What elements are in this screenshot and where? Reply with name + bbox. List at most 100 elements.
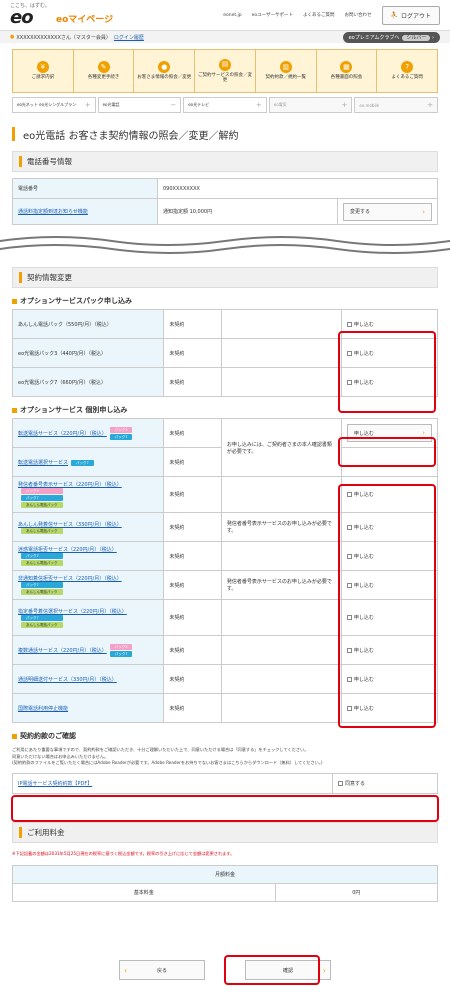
link-eonet[interactable]: eonet.jp [223, 13, 241, 18]
service-name-cell: 指定番号着信選択サービス（220円/月）（税込） パック7 あんしん電話パック [11, 599, 165, 636]
user-bar: ● XXXXXXXXXXXXXさん（マスター会員） ログイン履歴 eoプレミアム… [0, 30, 450, 43]
terms-heading: 契約約款のご確認 [12, 731, 438, 741]
question-icon: ? [401, 61, 414, 74]
highlight-terms-row [11, 795, 439, 822]
nav-terms[interactable]: ▥ 契約約款／規約一覧 [256, 50, 317, 92]
document-icon: ▤ [219, 58, 232, 71]
terms-note: ご利用にあたり重要な事項ですので、契約約款をご確認いただき、十分ご理解いただいた… [12, 747, 438, 767]
service-link[interactable]: 通話明細送付サービス（330円/月）（税込） [18, 677, 117, 683]
pack7-tag: パック7 [109, 433, 133, 440]
logo-text: eo [10, 6, 34, 28]
service-tab-tv[interactable]: eo光テレビ + [183, 97, 267, 113]
fee-row-value: 0円 [274, 883, 439, 903]
torn-divider [0, 236, 450, 254]
service-label: eo mobile [359, 102, 380, 108]
service-name-cell: 迷惑電話拒否サービス（220円/月）（税込） パック7 あんしん電話パック [11, 541, 165, 571]
pack-name: あんしん電話パック（550円/月）（税込） [11, 309, 165, 339]
service-link[interactable]: あんしん発着信サービス（330円/月）（税込） [18, 522, 122, 528]
mypage-title[interactable]: eoマイページ [56, 12, 113, 25]
link-support[interactable]: eoユーザーサポート [252, 12, 293, 18]
agree-checkbox[interactable]: 同意する [332, 773, 438, 795]
note-cell [220, 367, 342, 397]
service-link[interactable]: 国際電話利用停止機能 [18, 706, 68, 712]
service-tab-net[interactable]: eo光ネット eo光シングルプラン + [12, 97, 96, 113]
highlight-individual-checkboxes [338, 484, 436, 728]
service-tab-mobile[interactable]: eo mobile + [354, 97, 438, 113]
service-status: 未契約 [163, 447, 222, 477]
nav-services[interactable]: ▤ ご契約サービスの照会／変更 [195, 50, 256, 92]
fee-note: ※下記記載の金額は2031年5月25日現在の税率に基づく税込金額です。税率の引き… [12, 851, 235, 857]
pack7-tag: パック7 [21, 553, 63, 559]
yen-icon: ¥ [36, 61, 49, 74]
premium-club-button[interactable]: eoプレミアムクラブへ シルバー › [342, 31, 440, 43]
chevron-right-icon: › [422, 207, 425, 216]
service-link[interactable]: 転送電話選択サービス [18, 460, 68, 466]
alert-function-link[interactable]: 通話料指定額到達お知らせ機能 [18, 209, 88, 215]
chevron-left-icon: ‹ [124, 965, 128, 975]
anshin-tag: あんしん電話パック [21, 502, 63, 508]
pencil-icon: ✎ [97, 61, 110, 74]
main-nav: ¥ ご請求内訳 ✎ 各種変更手続き ● お客さま情報の照会／変更 ▤ ご契約サービスの照… [12, 49, 438, 93]
login-history-link[interactable]: ログイン履歴 [114, 34, 144, 41]
service-note: お申し込みには、ご契約者さまの本人確認書類が必要です。 [220, 418, 342, 477]
back-button[interactable]: ‹ 戻る [119, 960, 205, 980]
nav-documents[interactable]: ▦ 各種書面の照会 [317, 50, 378, 92]
service-status: 未契約 [163, 599, 222, 636]
terms-note-1: ご利用にあたり重要な事項ですので、契約約款をご確認いただき、十分ご理解いただいた… [12, 747, 309, 752]
header: ここち、はずむ。 eo eoマイページ eonet.jp eoユーザーサポート … [0, 0, 450, 30]
anshin-tag: あんしん電話パック [21, 560, 63, 566]
anshin-tag: あんしん電話パック [21, 621, 63, 628]
nav-billing[interactable]: ¥ ご請求内訳 [13, 50, 74, 92]
logout-label: ログアウト [400, 12, 431, 20]
logout-button[interactable]: ⛹ ログアウト [381, 5, 440, 25]
pack-name: eo光電話パック7（660円/月）（税込） [11, 367, 165, 397]
fee-section-header: ご利用料金 [12, 822, 438, 844]
pack7-tag: パック7 [109, 650, 133, 657]
link-contact[interactable]: お問い合わせ [345, 12, 372, 18]
pack3-tag: パック3 [109, 643, 133, 650]
change-button[interactable]: 変更する › [343, 202, 432, 221]
service-link[interactable]: 転送電話サービス（220円/月）（税込） [18, 431, 107, 437]
service-tab-electric[interactable]: eo電気 + [268, 97, 353, 113]
page-title: eo光電話 お客さま契約情報の照会／変更／解約 [12, 127, 438, 142]
nav-label: ご請求内訳 [31, 75, 55, 81]
button-label: 申し込む [353, 430, 374, 437]
phone-number-value: 090XXXXXXXX [157, 178, 438, 199]
pack7-tag: パック7 [21, 614, 63, 621]
chevron-right-icon: › [422, 429, 425, 437]
terms-pdf-link[interactable]: IP電話サービス契約約款【PDF】 [18, 781, 92, 787]
nav-procedures[interactable]: ✎ 各種変更手続き [74, 50, 135, 92]
person-icon: ● [158, 61, 171, 74]
service-status: 未契約 [163, 664, 222, 694]
premium-label: eoプレミアムクラブへ [348, 34, 400, 41]
eo-logo[interactable]: ここち、はずむ。 eo [10, 3, 50, 28]
plus-icon: + [84, 101, 91, 109]
pack3-tag: パック3 [21, 488, 63, 494]
nav-label: お客さま情報の照会／変更 [137, 75, 192, 81]
service-status: 未契約 [163, 693, 222, 723]
service-tabs: eo光ネット eo光シングルプラン + eo光電話 − eo光テレビ + eo電気 + … [12, 97, 438, 113]
pack-status: 未契約 [163, 367, 222, 397]
plus-icon: + [341, 101, 348, 109]
service-name-cell: 国際電話利用停止機能 [11, 693, 165, 723]
service-tab-phone[interactable]: eo光電話 − [97, 97, 182, 113]
plus-icon: + [255, 101, 262, 109]
service-status: 未契約 [163, 541, 222, 571]
nav-customer-info[interactable]: ● お客さま情報の照会／変更 [134, 50, 196, 92]
link-faq[interactable]: よくあるご質問 [303, 12, 335, 18]
service-status: 未契約 [163, 418, 222, 448]
service-name-cell: 発信者番号表示サービス（220円/月）（税込） パック3 パック7 あんしん電話パック [11, 476, 165, 513]
fee-row-label: 基本料金 [12, 883, 276, 903]
service-link[interactable]: 複数通話サービス（220円/月）（税込） [18, 648, 107, 654]
highlight-confirm-button [224, 955, 320, 985]
phone-section-header: 電話番号情報 [12, 151, 438, 172]
pack7-tag: パック7 [71, 459, 94, 466]
pack-status: 未契約 [163, 309, 222, 339]
pack7-tag: パック7 [21, 495, 63, 501]
service-name-cell: 転送電話サービス（220円/月）（税込） パック3 パック7 [11, 418, 165, 448]
nav-faq[interactable]: ? よくあるご質問 [377, 50, 437, 92]
service-status: 未契約 [163, 635, 222, 665]
alert-value: 通知指定額 10,000円 [157, 198, 338, 225]
section-title: 電話番号情報 [19, 156, 72, 167]
anshin-tag: あんしん電話パック [21, 527, 63, 534]
